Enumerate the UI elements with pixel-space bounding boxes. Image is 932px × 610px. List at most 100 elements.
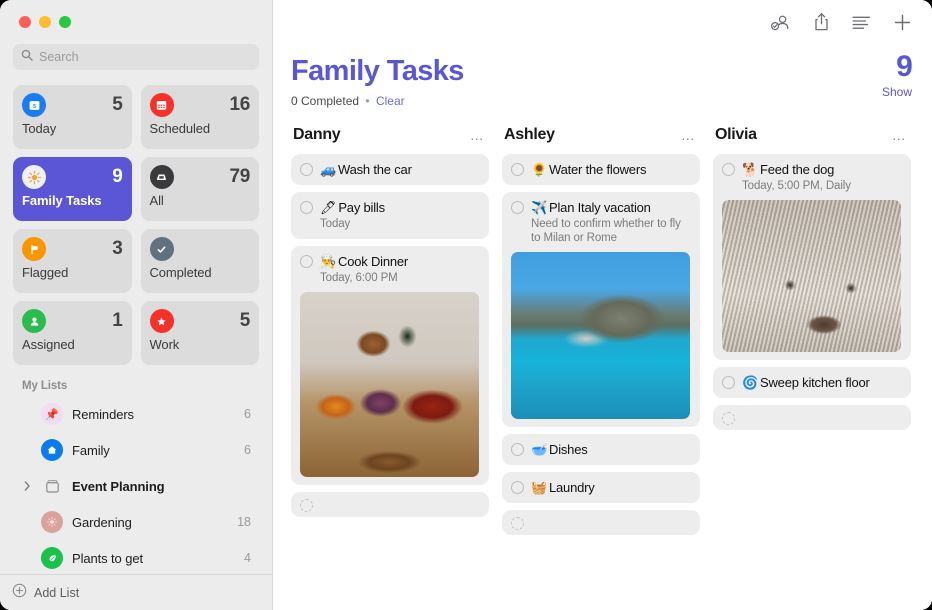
- reminder-title: 🌀Sweep kitchen floor: [742, 375, 870, 390]
- tile-assigned[interactable]: 1 Assigned: [13, 301, 132, 365]
- complete-checkbox[interactable]: [511, 201, 524, 214]
- column-danny: Danny … 🚙Wash the car 🖊Pay bills: [291, 125, 489, 517]
- new-reminder-row[interactable]: [713, 405, 911, 430]
- checkmark-icon: [150, 237, 174, 261]
- column-menu-button[interactable]: …: [470, 130, 485, 140]
- reminder-card[interactable]: 🖊Pay bills Today: [291, 192, 489, 239]
- tile-family-tasks[interactable]: 9 Family Tasks: [13, 157, 132, 221]
- tile-label: Today: [22, 121, 123, 136]
- tile-count: 5: [112, 94, 122, 116]
- column-menu-button[interactable]: …: [681, 130, 696, 140]
- reminder-card[interactable]: ✈️Plan Italy vacation Need to confirm wh…: [502, 192, 700, 427]
- tile-today[interactable]: 5 5 Today: [13, 85, 132, 149]
- complete-checkbox[interactable]: [722, 412, 735, 425]
- tile-all[interactable]: 79 All: [141, 157, 260, 221]
- column-header: Olivia …: [713, 125, 911, 145]
- folder-icon: [41, 475, 63, 497]
- reminder-card[interactable]: 🌻Water the flowers: [502, 154, 700, 185]
- my-lists-header: My Lists: [0, 365, 272, 396]
- add-reminder-icon[interactable]: [893, 13, 912, 32]
- reminder-card[interactable]: 🚙Wash the car: [291, 154, 489, 185]
- column-header: Ashley …: [502, 125, 700, 145]
- list-count: 6: [244, 407, 251, 421]
- add-list-button[interactable]: Add List: [0, 574, 272, 610]
- smart-list-tiles: 5 5 Today: [0, 80, 272, 365]
- tile-count: 5: [240, 310, 250, 332]
- tile-completed[interactable]: Completed: [141, 229, 260, 293]
- sidebar-item-family[interactable]: Family 6: [12, 432, 260, 468]
- tile-label: Assigned: [22, 337, 123, 352]
- tile-label: Family Tasks: [22, 193, 123, 208]
- reminder-title: 🌻Water the flowers: [531, 162, 646, 177]
- tile-count: 16: [229, 94, 250, 116]
- chevron-right-icon[interactable]: [22, 481, 32, 491]
- search-input[interactable]: [39, 50, 251, 64]
- share-icon[interactable]: [813, 12, 830, 32]
- tile-count: 3: [112, 238, 122, 260]
- list-view-icon[interactable]: [852, 15, 871, 30]
- star-icon: [150, 309, 174, 333]
- complete-checkbox[interactable]: [511, 517, 524, 530]
- reminder-notes: Need to confirm whether to fly to Milan …: [511, 217, 690, 245]
- list-name: Reminders: [72, 407, 235, 422]
- complete-checkbox[interactable]: [300, 255, 313, 268]
- reminder-attachment-image[interactable]: [722, 200, 901, 352]
- sidebar-item-event-planning[interactable]: Event Planning: [12, 468, 260, 504]
- complete-checkbox[interactable]: [511, 163, 524, 176]
- svg-text:5: 5: [33, 104, 36, 110]
- calendar-icon: [150, 93, 174, 117]
- reminder-card[interactable]: 🐕Feed the dog Today, 5:00 PM, Daily: [713, 154, 911, 360]
- page-title: Family Tasks: [291, 55, 910, 88]
- complete-checkbox[interactable]: [300, 499, 313, 512]
- reminder-card[interactable]: 🌀Sweep kitchen floor: [713, 367, 911, 398]
- reminder-title: 🖊Pay bills: [320, 200, 385, 215]
- column-menu-button[interactable]: …: [892, 130, 907, 140]
- reminder-title: 🐕Feed the dog: [742, 162, 834, 177]
- car-emoji: 🚙: [320, 162, 336, 177]
- close-button[interactable]: [19, 16, 31, 28]
- sunflower-emoji: 🌻: [531, 162, 547, 177]
- main-content: Family Tasks 0 Completed • Clear 9 Show …: [273, 0, 932, 610]
- reminder-due-date: Today, 5:00 PM, Daily: [722, 179, 901, 193]
- sidebar-item-plants-to-get[interactable]: Plants to get 4: [12, 540, 260, 576]
- list-name: Family: [72, 443, 235, 458]
- tile-scheduled[interactable]: 16 Scheduled: [141, 85, 260, 149]
- new-reminder-row[interactable]: [291, 492, 489, 517]
- search-box[interactable]: [13, 44, 259, 70]
- reminders-window: 5 5 Today: [0, 0, 932, 610]
- reminder-count: 9: [882, 52, 912, 82]
- reminder-title: 🥣Dishes: [531, 442, 588, 457]
- clear-button[interactable]: Clear: [376, 94, 405, 108]
- reminder-title: ✈️Plan Italy vacation: [531, 200, 651, 215]
- complete-checkbox[interactable]: [300, 163, 313, 176]
- reminder-due-date: Today, 6:00 PM: [300, 271, 479, 285]
- cyclone-emoji: 🌀: [742, 375, 758, 390]
- column-ashley: Ashley … 🌻Water the flowers ✈️Plan Ital: [502, 125, 700, 535]
- reminder-card[interactable]: 🥣Dishes: [502, 434, 700, 465]
- share-with-people-icon[interactable]: [770, 13, 791, 32]
- complete-checkbox[interactable]: [511, 481, 524, 494]
- complete-checkbox[interactable]: [722, 376, 735, 389]
- show-completed-button[interactable]: Show: [882, 85, 912, 99]
- cook-emoji: 👨‍🍳: [320, 254, 336, 269]
- zoom-button[interactable]: [59, 16, 71, 28]
- sidebar-item-reminders[interactable]: 📌 Reminders 6: [12, 396, 260, 432]
- complete-checkbox[interactable]: [722, 163, 735, 176]
- leaf-icon: [41, 547, 63, 569]
- reminder-attachment-image[interactable]: [300, 292, 479, 477]
- sun-icon: [22, 165, 46, 189]
- reminder-card[interactable]: 👨‍🍳Cook Dinner Today, 6:00 PM: [291, 246, 489, 485]
- sidebar-item-gardening[interactable]: Gardening 18: [12, 504, 260, 540]
- tile-label: Work: [150, 337, 251, 352]
- reminder-attachment-image[interactable]: [511, 252, 690, 419]
- minimize-button[interactable]: [39, 16, 51, 28]
- reminder-card[interactable]: 🧺Laundry: [502, 472, 700, 503]
- search-container: [0, 44, 272, 80]
- tile-work[interactable]: 5 Work: [141, 301, 260, 365]
- complete-checkbox[interactable]: [300, 201, 313, 214]
- reminder-title: 🧺Laundry: [531, 480, 595, 495]
- tile-flagged[interactable]: 3 Flagged: [13, 229, 132, 293]
- reminder-due-date: Today: [300, 217, 479, 231]
- complete-checkbox[interactable]: [511, 443, 524, 456]
- new-reminder-row[interactable]: [502, 510, 700, 535]
